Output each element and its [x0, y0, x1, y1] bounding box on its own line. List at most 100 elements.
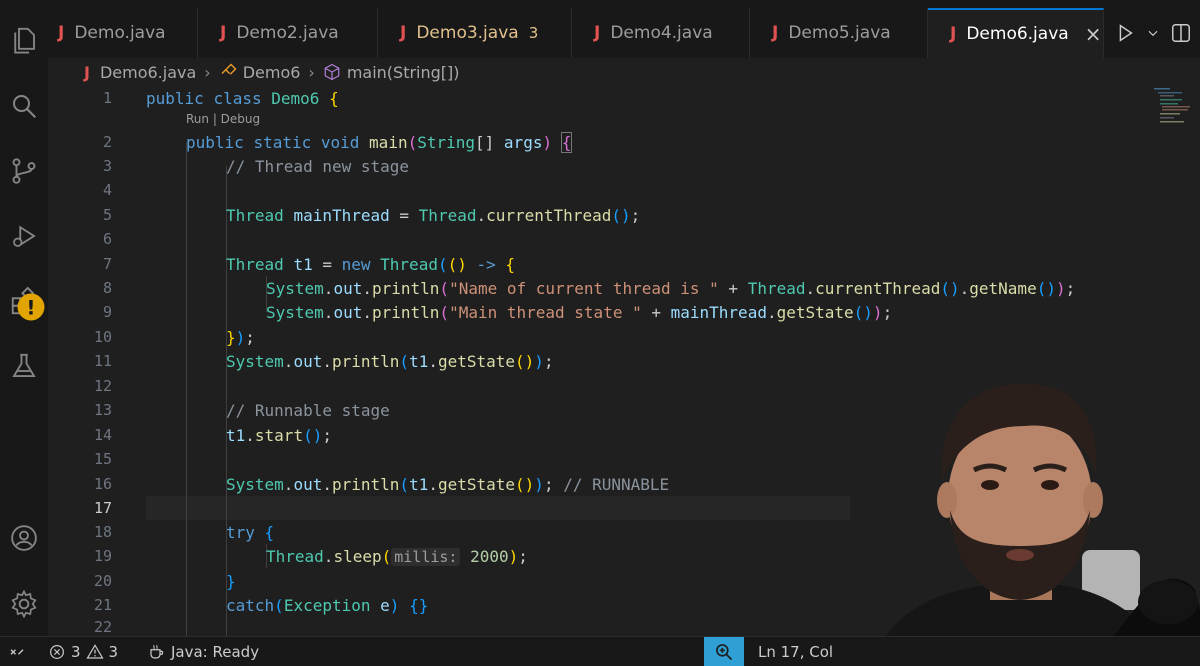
code-text: System.out.println("Main thread state " … [266, 302, 893, 322]
title-strip [48, 0, 1200, 8]
search-icon[interactable] [8, 90, 40, 122]
tab-demo6[interactable]: J Demo6.java × [928, 8, 1104, 58]
code-text: // Runnable stage [226, 400, 390, 420]
code-text: System.out.println(t1.getState()); // RU… [226, 474, 670, 494]
line-number: 8 [102, 279, 112, 297]
tab-label: Demo5.java [788, 23, 891, 43]
source-control-icon[interactable] [8, 155, 40, 187]
java-file-icon: J [594, 23, 601, 43]
codelens-run-debug[interactable]: Run | Debug [186, 112, 260, 126]
class-icon [221, 63, 237, 75]
webcam-overlay [850, 370, 1200, 666]
code-text: }); [226, 327, 255, 347]
run-debug-icon[interactable] [8, 220, 40, 252]
tab-label: Demo.java [74, 23, 166, 43]
code-line: 3 // Thread new stage [48, 154, 1148, 178]
code-line: 8 System.out.println("Name of current th… [48, 276, 1148, 300]
warning-icon [85, 643, 104, 659]
minimap[interactable] [1150, 86, 1190, 126]
breadcrumb-method[interactable]: main(String[]) [347, 63, 460, 82]
line-number: 13 [93, 401, 112, 419]
breadcrumb-class[interactable]: Demo6 [243, 63, 301, 82]
remote-icon [10, 648, 24, 655]
java-file-icon: J [772, 23, 779, 43]
chevron-down-icon[interactable] [1146, 26, 1160, 40]
problem-count-badge: 3 [528, 24, 539, 42]
code-text: catch(Exception e) {} [226, 595, 429, 615]
line-number: 16 [93, 475, 112, 493]
line-number: 18 [93, 523, 112, 541]
tab-label: Demo4.java [610, 23, 713, 43]
editor-actions [1104, 8, 1200, 58]
coffee-cup-icon [150, 644, 164, 659]
line-number: 4 [102, 181, 112, 199]
account-icon[interactable] [8, 522, 40, 554]
chevron-right-icon: › [204, 62, 211, 82]
tab-demo3[interactable]: J Demo3.java 3 [378, 8, 572, 58]
code-text: t1.start(); [226, 425, 332, 445]
error-icon [50, 644, 64, 659]
inlay-hint: millis: [391, 547, 461, 566]
run-icon[interactable] [1114, 22, 1136, 44]
code-line: 2 public static void main(String[] args)… [48, 130, 1148, 154]
chevron-right-icon: › [308, 62, 315, 82]
tab-label: Demo3.java [416, 23, 519, 43]
extensions-icon[interactable]: ! [8, 286, 45, 321]
tab-label: Demo6.java [966, 24, 1069, 44]
editor-tab-bar: J Demo.java J Demo2.java J Demo3.java 3 … [48, 8, 1200, 58]
code-line: 9 System.out.println("Main thread state … [48, 300, 1148, 324]
line-number: 19 [93, 547, 112, 565]
line-number: 5 [102, 206, 112, 224]
explorer-icon[interactable] [8, 24, 40, 56]
line-number: 12 [93, 377, 112, 395]
line-number: 7 [102, 255, 112, 273]
tab-demo[interactable]: J Demo.java [48, 8, 198, 58]
java-file-icon: J [220, 23, 227, 43]
line-number: 3 [102, 157, 112, 175]
line-number: 15 [93, 450, 112, 468]
warning-count: 3 [108, 642, 119, 661]
code-text: System.out.println("Name of current thre… [266, 278, 1076, 298]
code-text: // Thread new stage [226, 156, 410, 176]
java-file-icon: J [950, 24, 957, 44]
activity-bar: ! [0, 0, 48, 636]
java-status[interactable]: Java: Ready [148, 643, 259, 661]
code-text: try { [226, 522, 275, 542]
java-file-icon: J [58, 23, 65, 43]
zoom-button[interactable] [704, 637, 744, 666]
code-text: public class Demo6 { [146, 88, 339, 108]
split-editor-icon[interactable] [1170, 22, 1192, 44]
tab-label: Demo2.java [236, 23, 339, 43]
java-file-icon: J [84, 62, 90, 82]
code-line: 7 Thread t1 = new Thread(() -> { [48, 252, 1148, 276]
error-count: 3 [71, 642, 81, 661]
cursor-position[interactable]: Ln 17, Col [758, 643, 833, 661]
remote-indicator[interactable] [8, 643, 26, 661]
close-icon[interactable]: × [1085, 22, 1102, 46]
cursor-position-label: Ln 17, Col [758, 642, 834, 661]
method-icon [324, 63, 340, 81]
line-number: 10 [93, 328, 112, 346]
java-status-label: Java: Ready [171, 642, 260, 661]
status-bar: 3 3 Java: Ready Ln 17, Col [0, 636, 1200, 666]
tab-demo4[interactable]: J Demo4.java [572, 8, 750, 58]
svg-text:!: ! [27, 297, 36, 320]
tab-demo5[interactable]: J Demo5.java [750, 8, 928, 58]
problems-indicator[interactable]: 3 3 [48, 643, 118, 661]
breadcrumb: J Demo6.java › Demo6 › main(String[]) [84, 60, 460, 84]
java-file-icon: J [400, 23, 407, 43]
code-line: 6 [48, 227, 1148, 251]
breadcrumb-file[interactable]: Demo6.java [100, 63, 196, 82]
line-number: 17 [93, 499, 112, 517]
zoom-in-icon [716, 644, 733, 661]
line-number: 2 [102, 133, 112, 151]
line-number: 14 [93, 426, 112, 444]
line-number: 11 [93, 352, 112, 370]
warning-icon: ! [17, 293, 45, 321]
tab-demo2[interactable]: J Demo2.java [198, 8, 378, 58]
testing-icon[interactable] [8, 350, 40, 382]
line-number: 20 [93, 572, 112, 590]
code-text: } [226, 571, 236, 591]
gear-icon[interactable] [8, 588, 40, 620]
line-number: 9 [102, 303, 112, 321]
